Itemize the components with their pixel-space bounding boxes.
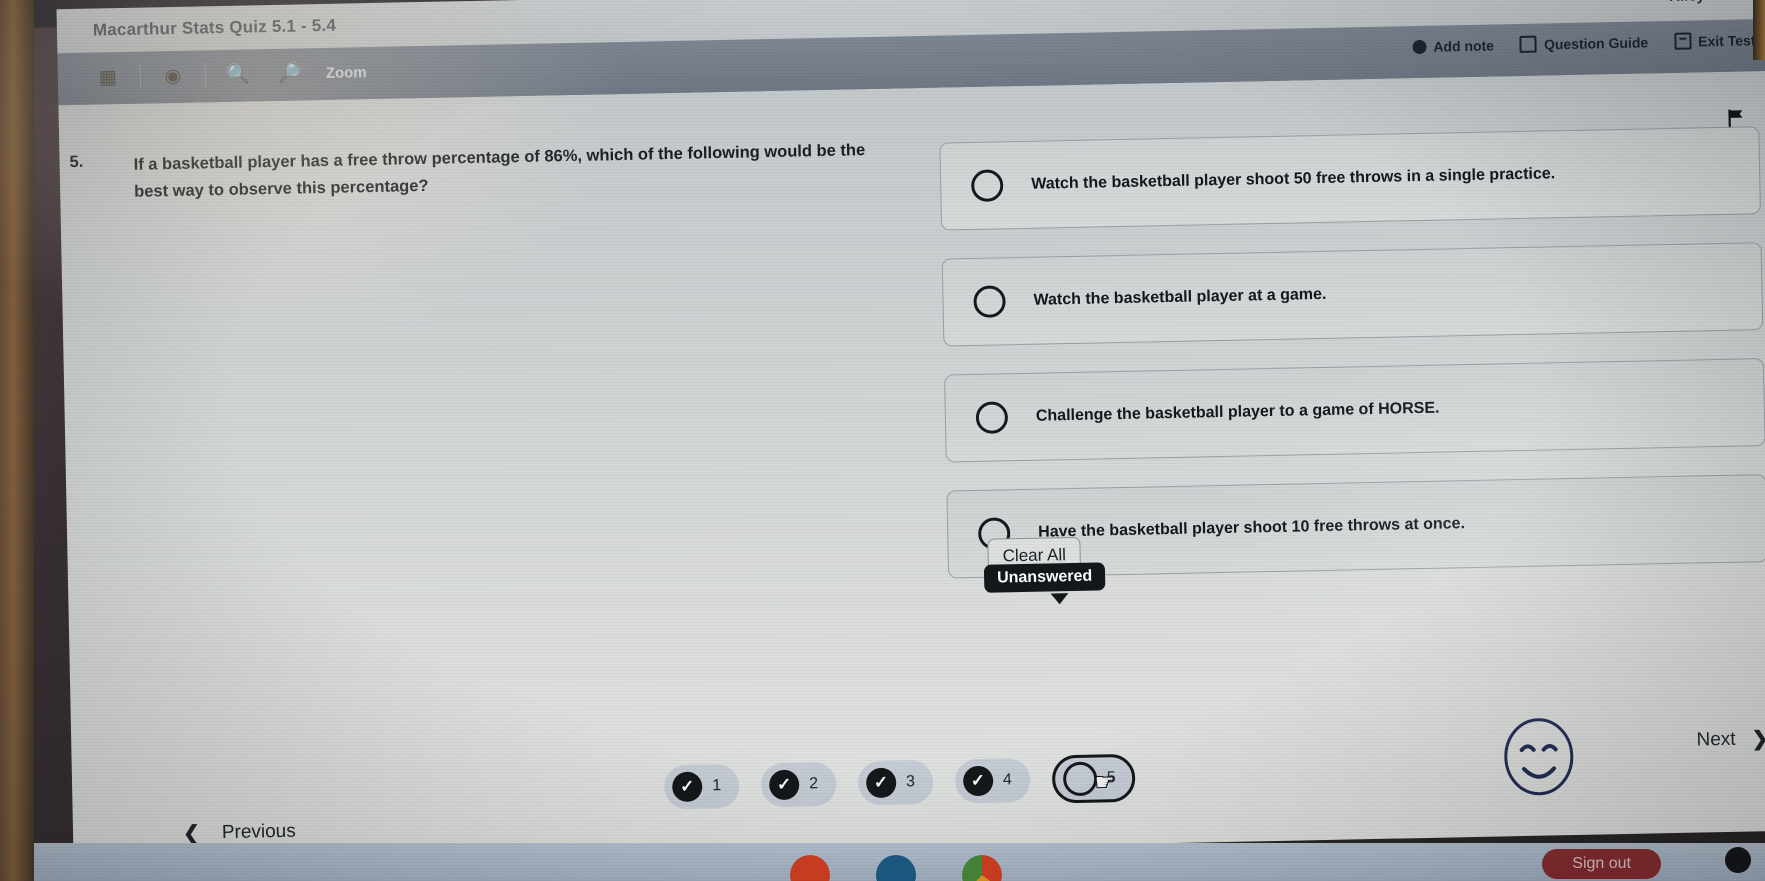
- sign-out-button[interactable]: Sign out: [1542, 849, 1661, 879]
- pager-item-4[interactable]: ✓ 4: [954, 757, 1031, 804]
- radio-icon[interactable]: [970, 169, 1004, 202]
- check-icon: ✓: [865, 767, 897, 799]
- question-guide-label: Question Guide: [1543, 33, 1649, 52]
- question-stem: If a basketball player has a free throw …: [103, 136, 904, 205]
- clear-all-group: Clear All Unanswered: [983, 536, 1106, 605]
- answer-choice-a-label: Watch the basketball player shoot 50 fre…: [1031, 164, 1556, 193]
- check-icon: ✓: [671, 771, 703, 803]
- pager-item-2[interactable]: ✓ 2: [760, 761, 837, 808]
- previous-button[interactable]: ❮ Previous: [183, 819, 296, 846]
- exit-test-label: Exit Test: [1698, 31, 1756, 49]
- answer-choices: Watch the basketball player shoot 50 fre…: [939, 126, 1765, 606]
- question-guide-button[interactable]: Question Guide: [1519, 33, 1649, 53]
- radio-icon[interactable]: [973, 285, 1006, 318]
- photo-edge-left: [0, 0, 34, 881]
- laptop-screen: ☆ ● ▣ ⧉ ⥂ ⋮ Macarthur Stats Quiz 5.1 - 5…: [22, 0, 1765, 881]
- exit-icon: [1674, 32, 1692, 50]
- calculator-icon[interactable]: ▦: [82, 60, 135, 95]
- zoom-in-icon[interactable]: 🔍: [212, 57, 265, 92]
- pager-item-1-label: 1: [712, 777, 722, 795]
- next-button[interactable]: Next ❯: [1696, 726, 1765, 752]
- palette-icon[interactable]: ◉: [147, 58, 200, 93]
- toolbar-tools: ▦ ◉ 🔍 🔎 Zoom: [82, 55, 367, 95]
- user-name: Riley Knoll: [1669, 0, 1747, 5]
- answer-choice-d-label: Have the basketball player shoot 10 free…: [1038, 514, 1466, 541]
- next-label: Next: [1696, 728, 1736, 751]
- taskbar-apps: [790, 855, 1002, 881]
- quiz-body: 5. If a basketball player has a free thr…: [58, 70, 1765, 866]
- quiz-title: Macarthur Stats Quiz 5.1 - 5.4: [92, 15, 337, 40]
- app-icon-blue[interactable]: [876, 855, 916, 881]
- zoom-label: Zoom: [325, 63, 367, 82]
- chevron-right-icon: ❯: [1751, 728, 1765, 751]
- toolbar-divider: [139, 63, 142, 90]
- taskbar-corner-icon[interactable]: [1725, 847, 1751, 873]
- pager-item-3-label: 3: [905, 773, 916, 791]
- question-pager: ✓ 1 ✓ 2 ✓ 3 ✓ 4 5 ☛: [663, 753, 1136, 811]
- answer-choice-b-label: Watch the basketball player at a game.: [1033, 285, 1327, 309]
- radio-icon[interactable]: [975, 401, 1009, 434]
- toolbar-divider: [204, 62, 207, 89]
- smiley-face-icon[interactable]: [1501, 715, 1577, 798]
- pager-item-3[interactable]: ✓ 3: [857, 759, 934, 806]
- photo-edge-right: [1753, 0, 1765, 60]
- app-icon-red[interactable]: [790, 855, 830, 881]
- pager-item-5[interactable]: 5 ☛: [1051, 753, 1136, 804]
- photographed-screen: ☆ ● ▣ ⧉ ⥂ ⋮ Macarthur Stats Quiz 5.1 - 5…: [0, 0, 1765, 881]
- current-question-icon: [1062, 761, 1098, 797]
- add-note-label: Add note: [1433, 36, 1495, 55]
- add-note-button[interactable]: Add note: [1412, 37, 1494, 55]
- note-icon: [1412, 39, 1427, 54]
- check-icon: ✓: [962, 765, 994, 797]
- hand-cursor-icon: ☛: [1094, 769, 1115, 795]
- zoom-out-icon[interactable]: 🔎: [264, 56, 317, 91]
- question-text: If a basketball player has a free throw …: [133, 141, 866, 201]
- toolbar-actions: Add note Question Guide Exit Test: [1412, 31, 1756, 55]
- pager-item-1[interactable]: ✓ 1: [663, 763, 740, 810]
- previous-label: Previous: [221, 820, 296, 843]
- answer-choice-c-label: Challenge the basketball player to a gam…: [1035, 399, 1440, 425]
- tooltip-tail: [1050, 593, 1069, 605]
- os-taskbar: Sign out: [0, 843, 1765, 881]
- status-badge: Unanswered: [983, 562, 1106, 593]
- answer-choice-a[interactable]: Watch the basketball player shoot 50 fre…: [939, 126, 1761, 231]
- pager-item-4-label: 4: [1002, 771, 1012, 789]
- exit-test-button[interactable]: Exit Test: [1674, 31, 1756, 50]
- check-icon: ✓: [768, 769, 800, 801]
- guide-icon: [1519, 35, 1538, 53]
- pager-item-2-label: 2: [808, 775, 819, 793]
- app-icon-multicolor[interactable]: [962, 855, 1002, 881]
- question-number: 5.: [69, 152, 84, 172]
- answer-choice-b[interactable]: Watch the basketball player at a game.: [941, 242, 1764, 347]
- answer-choice-c[interactable]: Challenge the basketball player to a gam…: [944, 358, 1765, 463]
